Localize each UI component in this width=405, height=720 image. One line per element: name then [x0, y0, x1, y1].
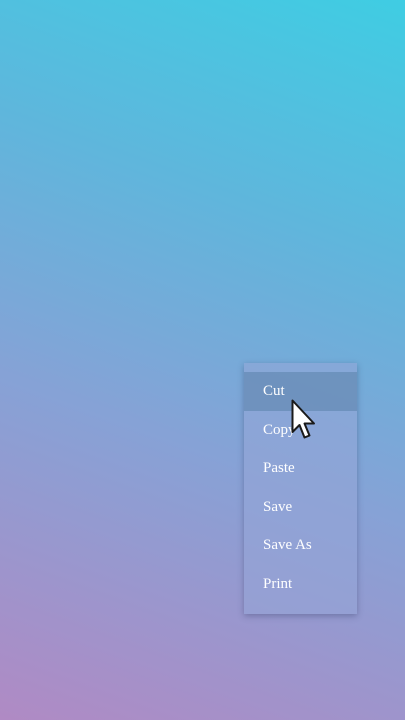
menu-item-save[interactable]: Save	[244, 488, 357, 527]
menu-item-paste[interactable]: Paste	[244, 449, 357, 488]
menu-item-cut[interactable]: Cut	[244, 372, 357, 411]
menu-item-copy[interactable]: Copy	[244, 411, 357, 450]
context-menu: Cut Copy Paste Save Save As Print	[244, 363, 357, 614]
menu-item-save-as[interactable]: Save As	[244, 526, 357, 565]
menu-item-print[interactable]: Print	[244, 565, 357, 604]
